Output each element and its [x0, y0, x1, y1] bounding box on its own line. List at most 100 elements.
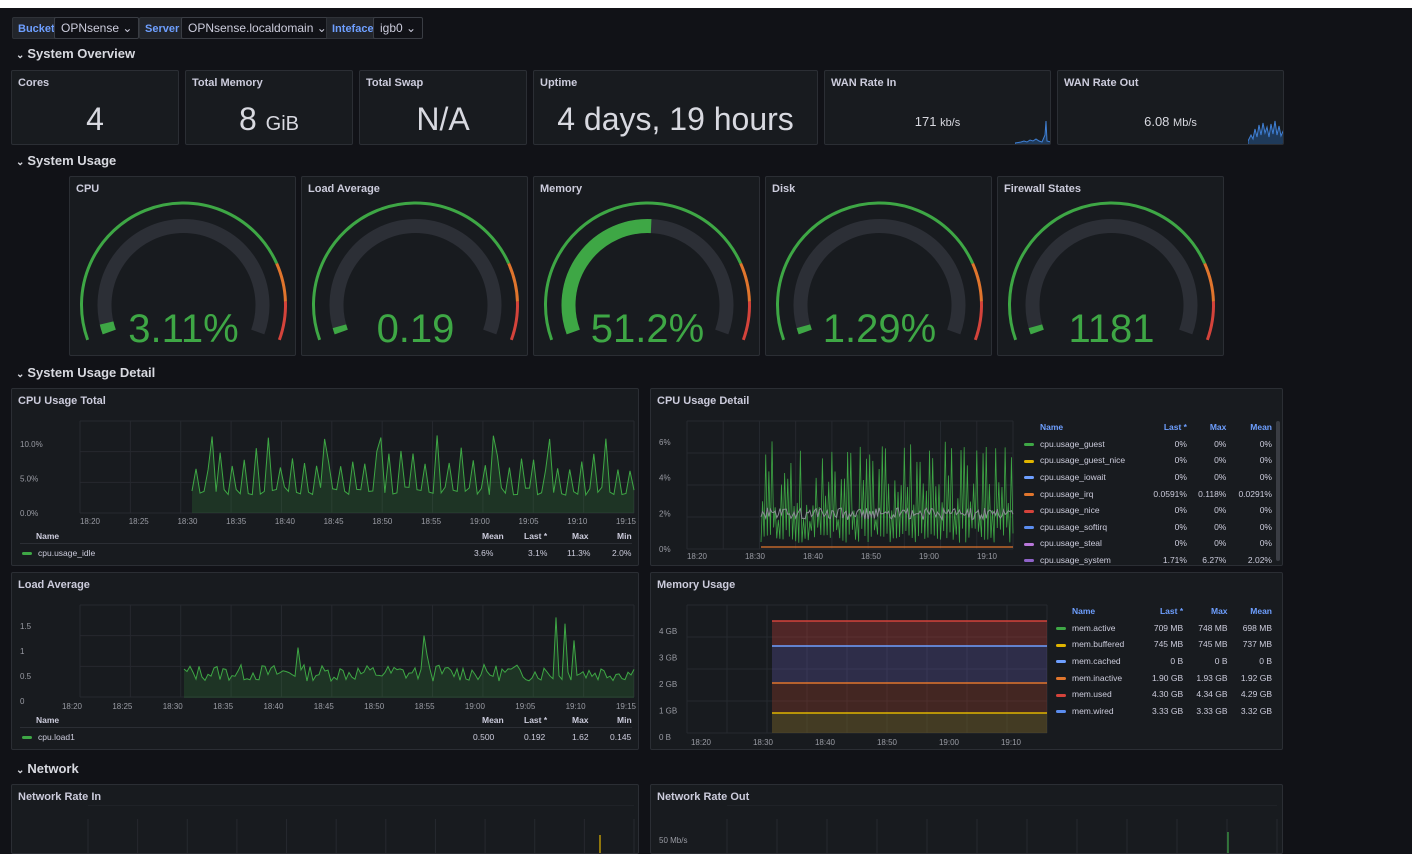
legend-item[interactable]: cpu.usage_idle: [22, 548, 95, 558]
panel-network-rate-in[interactable]: Network Rate In: [11, 784, 639, 854]
panel-load-average[interactable]: Load Average 1.5 1 0.5 0 18:20 18:25 18:30 18:3…: [11, 572, 639, 750]
legend-max: 0.118%: [1198, 488, 1227, 499]
legend-row[interactable]: cpu.usage_iowait 0% 0% 0%: [1021, 469, 1275, 486]
x-tick-label: 18:20: [62, 702, 83, 711]
panel-network-rate-out[interactable]: Network Rate Out 50 Mb/s: [650, 784, 1283, 854]
stat-wan-rate-out[interactable]: WAN Rate Out 6.08 Mb/s: [1057, 70, 1284, 145]
legend-row[interactable]: cpu.usage_steal 0% 0% 0%: [1021, 535, 1275, 552]
row-network[interactable]: ⌄ Network: [16, 761, 79, 776]
threshold-orange: [507, 262, 519, 302]
legend-row[interactable]: mem.wired 3.33 GB 3.33 GB 3.32 GB: [1053, 703, 1275, 720]
gauge-memory[interactable]: Memory 51.2%: [533, 176, 760, 356]
bucket-select[interactable]: OPNsense ⌄: [54, 17, 140, 39]
gauge-firewall-states[interactable]: Firewall States 1181: [997, 176, 1224, 356]
cpu-detail-legend: Name Last * Max Mean cpu.usage_guest 0% 0% 0% cp…: [1021, 419, 1275, 565]
threshold-orange: [1203, 262, 1215, 302]
x-tick-label: 18:35: [226, 517, 247, 526]
legend-header-mean: Mean: [482, 715, 504, 725]
y-tick-label: 2%: [659, 509, 671, 518]
legend-mean: 4.29 GB: [1240, 689, 1272, 700]
gauge-load-average[interactable]: Load Average 0.19: [301, 176, 528, 356]
chevron-down-icon: ⌄: [16, 369, 25, 380]
gauge-disk[interactable]: Disk 1.29%: [765, 176, 992, 356]
gauge-cpu[interactable]: CPU 3.11%: [69, 176, 296, 356]
series-swatch: [1024, 559, 1034, 563]
legend-max: 3.33 GB: [1196, 705, 1228, 716]
stat-wan-rate-in[interactable]: WAN Rate In 171 kb/s: [824, 70, 1051, 145]
legend-row[interactable]: cpu.usage_system 1.71% 6.27% 2.02%: [1021, 552, 1275, 565]
x-tick-label: 19:15: [616, 702, 637, 711]
legend-last: 0 B: [1170, 656, 1184, 667]
legend-row[interactable]: mem.buffered 745 MB 745 MB 737 MB: [1053, 636, 1275, 653]
legend-row[interactable]: cpu.usage_nice 0% 0% 0%: [1021, 502, 1275, 519]
panel-title: Network Rate In: [18, 791, 102, 803]
series-name: cpu.usage_steal: [1021, 535, 1144, 552]
gauge-value: 0.19: [377, 307, 455, 351]
panel-memory-usage[interactable]: Memory Usage 4 GB 3 GB 2 GB 1 GB 0 B 18:20 18:…: [650, 572, 1283, 750]
series-swatch: [1056, 710, 1066, 714]
stat-total-memory[interactable]: Total Memory 8 GiB: [185, 70, 353, 145]
y-tick-label: 1: [20, 647, 25, 656]
legend-max: 745 MB: [1198, 639, 1228, 650]
legend-mean: 0.500: [473, 732, 495, 742]
legend-row[interactable]: mem.inactive 1.90 GB 1.93 GB 1.92 GB: [1053, 669, 1275, 686]
mem-wired-area: [772, 646, 1047, 683]
legend-max: 11.3%: [567, 548, 591, 558]
row-title: System Overview: [27, 46, 136, 61]
interface-label: Inteface: [326, 17, 380, 39]
server-select[interactable]: OPNsense.localdomain ⌄: [181, 17, 334, 39]
legend-mean: 698 MB: [1242, 622, 1272, 633]
scrollbar[interactable]: [1276, 421, 1280, 561]
legend-divider: [20, 727, 632, 728]
legend-header-min: Min: [617, 531, 632, 541]
x-tick-label: 18:55: [421, 517, 442, 526]
panel-cpu-usage-detail[interactable]: CPU Usage Detail 6% 4% 2% 0% 18:20 18:30 18:40…: [650, 388, 1283, 566]
mem-buffered-area: [772, 713, 1047, 733]
legend-max: 0%: [1214, 505, 1227, 516]
legend-item[interactable]: cpu.load1: [22, 732, 75, 742]
legend-max: 0%: [1214, 521, 1227, 532]
legend-row[interactable]: mem.used 4.30 GB 4.34 GB 4.29 GB: [1053, 686, 1275, 703]
stat-uptime[interactable]: Uptime 4 days, 19 hours: [533, 70, 818, 145]
legend-mean: 0%: [1259, 455, 1272, 466]
legend-header-max: Max: [1211, 606, 1228, 617]
threshold-orange: [275, 262, 287, 302]
stat-cores[interactable]: Cores 4: [11, 70, 179, 145]
row-system-usage-detail[interactable]: ⌄ System Usage Detail: [16, 365, 155, 380]
legend-row[interactable]: cpu.usage_irq 0.0591% 0.118% 0.0291%: [1021, 485, 1275, 502]
legend-row[interactable]: cpu.usage_guest_nice 0% 0% 0%: [1021, 452, 1275, 469]
interface-select[interactable]: igb0 ⌄: [373, 17, 424, 39]
legend-row[interactable]: mem.active 709 MB 748 MB 698 MB: [1053, 620, 1275, 637]
series-name: cpu.usage_guest: [1021, 436, 1144, 453]
x-tick-label: 19:00: [465, 702, 486, 711]
series-name: mem.inactive: [1053, 669, 1142, 686]
legend-row[interactable]: cpu.usage_softirq 0% 0% 0%: [1021, 519, 1275, 536]
x-tick-label: 19:15: [616, 517, 637, 526]
series-swatch: [1024, 476, 1034, 480]
series-name: cpu.load1: [38, 732, 75, 742]
legend-last: 1.90 GB: [1151, 672, 1184, 683]
x-tick-label: 19:00: [919, 552, 940, 561]
y-tick-label: 6%: [659, 438, 671, 447]
row-system-usage[interactable]: ⌄ System Usage: [16, 153, 116, 168]
stat-total-swap[interactable]: Total Swap N/A: [359, 70, 527, 145]
server-value: OPNsense.localdomain: [188, 21, 314, 35]
series-swatch: [1024, 443, 1034, 447]
panel-cpu-usage-total[interactable]: CPU Usage Total 10.0% 5.0% 0.0% 18:20 18:25 1…: [11, 388, 639, 566]
legend-header-last: Last *: [524, 715, 548, 725]
panel-title: CPU Usage Detail: [657, 395, 750, 407]
legend-header-last: Last *: [1159, 606, 1184, 617]
y-tick-label: 5.0%: [20, 475, 38, 484]
series-name: mem.used: [1053, 686, 1142, 703]
legend-row[interactable]: cpu.usage_guest 0% 0% 0%: [1021, 436, 1275, 453]
cpu-total-chart: 10.0% 5.0% 0.0% 18:20 18:25 18:30 18:35 18:40 18…: [20, 420, 637, 526]
gauge-dial: 1.29%: [776, 201, 983, 351]
series-swatch: [1056, 660, 1066, 664]
series-swatch: [1024, 542, 1034, 546]
series-name: cpu.usage_guest_nice: [1021, 452, 1144, 469]
row-system-overview[interactable]: ⌄ System Overview: [16, 46, 135, 61]
legend-divider: [20, 543, 632, 544]
legend-row[interactable]: mem.cached 0 B 0 B 0 B: [1053, 653, 1275, 670]
memory-legend: Name Last * Max Mean mem.active 709 MB 748 MB 6…: [1053, 603, 1275, 719]
gauge-value: 3.11%: [128, 307, 238, 351]
